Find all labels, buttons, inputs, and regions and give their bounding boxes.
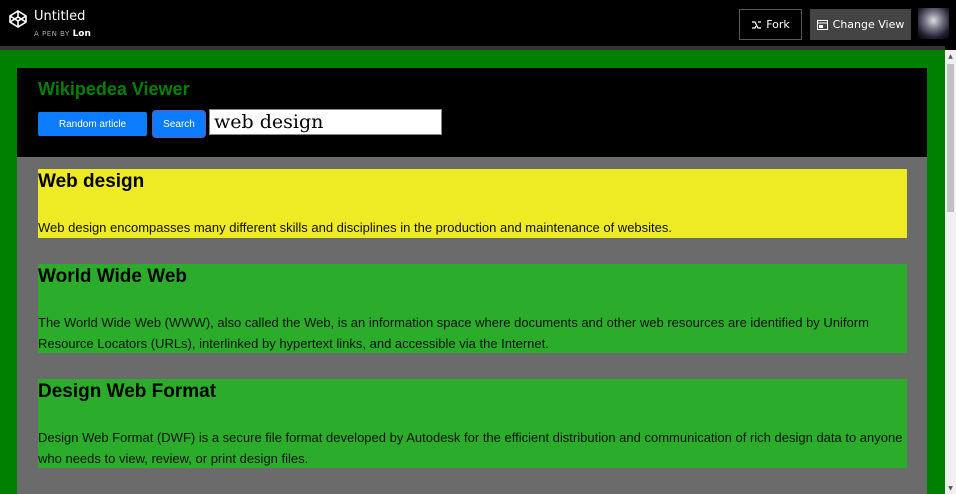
- results-list: Web design Web design encompasses many d…: [17, 157, 927, 494]
- fork-icon: [752, 20, 762, 29]
- scroll-thumb[interactable]: [947, 64, 954, 212]
- result-snippet: The World Wide Web (WWW), also called th…: [38, 315, 869, 351]
- codepen-logo-icon[interactable]: [8, 9, 28, 29]
- change-view-button[interactable]: Change View: [810, 9, 911, 40]
- app-title: Wikipedea Viewer: [38, 79, 190, 99]
- fork-label: Fork: [766, 18, 790, 31]
- change-view-icon: [816, 19, 828, 30]
- result-card[interactable]: Web design Web design encompasses many d…: [38, 169, 907, 238]
- author-link[interactable]: Lon: [73, 29, 91, 39]
- pen-byline: A PEN BY Lon: [34, 29, 91, 39]
- preview-scrollbar[interactable]: ▲ ▼: [945, 50, 956, 494]
- result-title[interactable]: Design Web Format: [38, 381, 907, 403]
- search-button[interactable]: Search: [154, 112, 204, 136]
- app-header: Wikipedea Viewer Random article Search w…: [17, 68, 927, 157]
- pen-title[interactable]: Untitled: [34, 9, 85, 24]
- change-view-label: Change View: [832, 18, 905, 31]
- result-snippet: Web design encompasses many different sk…: [38, 220, 672, 235]
- preview-frame: Wikipedea Viewer Random article Search w…: [0, 50, 945, 494]
- fork-button[interactable]: Fork: [739, 9, 802, 40]
- result-title[interactable]: World Wide Web: [38, 266, 907, 288]
- result-card[interactable]: Design Web Format Design Web Format (DWF…: [38, 379, 907, 468]
- codepen-topbar: Untitled A PEN BY Lon Fork Change View: [0, 0, 956, 46]
- byline-prefix: A PEN BY: [34, 30, 70, 38]
- user-avatar[interactable]: [918, 8, 949, 39]
- result-snippet: Design Web Format (DWF) is a secure file…: [38, 430, 903, 466]
- result-card[interactable]: World Wide Web The World Wide Web (WWW),…: [38, 264, 907, 353]
- scroll-up-icon[interactable]: ▲: [945, 50, 956, 62]
- random-article-button[interactable]: Random article: [38, 112, 147, 136]
- search-input[interactable]: web design: [209, 109, 442, 135]
- result-title[interactable]: Web design: [38, 171, 907, 193]
- scroll-down-icon[interactable]: ▼: [945, 482, 956, 494]
